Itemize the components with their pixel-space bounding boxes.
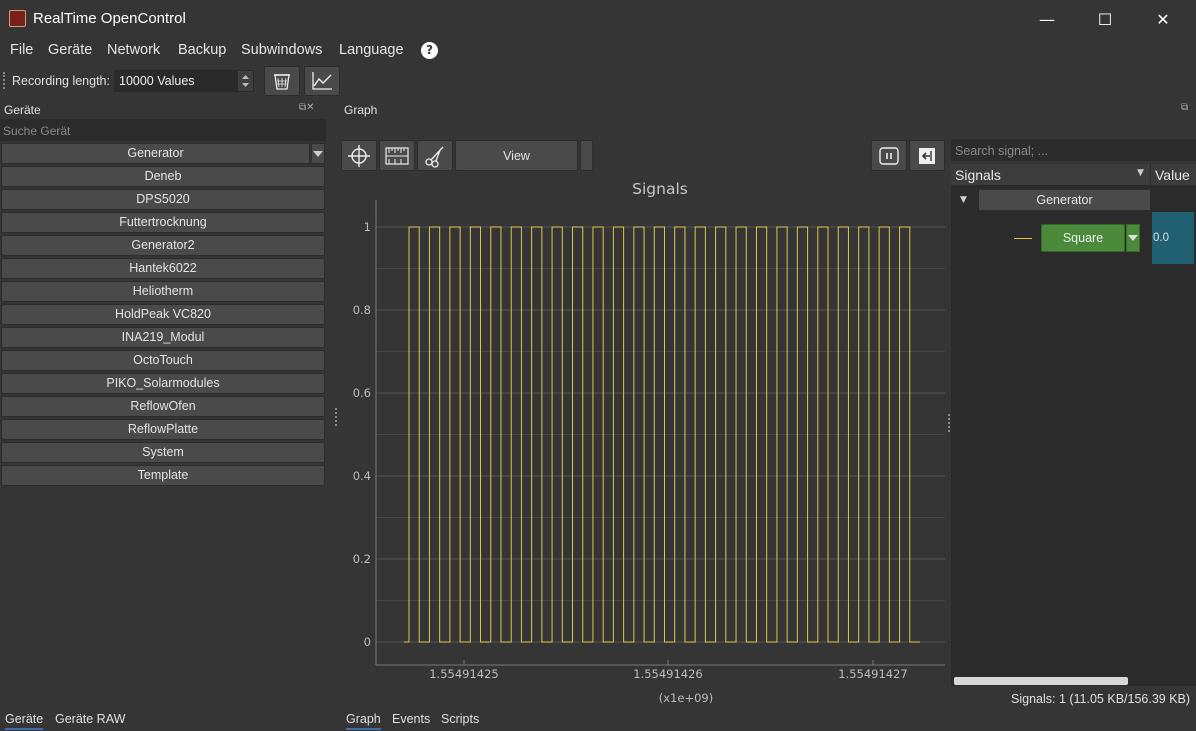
device-piko-solarmodules[interactable]: PIKO_Solarmodules <box>1 373 325 394</box>
view-dropdown[interactable] <box>580 140 593 171</box>
device-system[interactable]: System <box>1 442 325 463</box>
chart-grid <box>376 226 945 643</box>
y-tick-label: 0.8 <box>353 303 371 317</box>
expand-arrow-icon[interactable]: ▼ <box>960 195 967 205</box>
chevron-down-icon[interactable] <box>311 143 325 164</box>
tab-events[interactable]: Events <box>392 712 430 726</box>
device-ina219-modul[interactable]: INA219_Modul <box>1 327 325 348</box>
tab-geraete-raw[interactable]: Geräte RAW <box>55 712 125 726</box>
y-tick-label: 0.2 <box>353 552 371 566</box>
clear-data-button[interactable] <box>264 66 300 96</box>
device-hantek6022[interactable]: Hantek6022 <box>1 258 325 279</box>
menu-geraete[interactable]: Geräte <box>48 42 92 58</box>
exit-icon <box>919 147 935 164</box>
y-tick-label: 1 <box>364 220 371 234</box>
recording-length-value[interactable]: 10000 Values <box>119 74 195 88</box>
menu-network[interactable]: Network <box>107 42 160 58</box>
device-template[interactable]: Template <box>1 465 325 486</box>
sort-chevron-icon[interactable]: ▼ <box>1137 168 1144 178</box>
device-reflowplatte[interactable]: ReflowPlatte <box>1 419 325 440</box>
menu-subwindows[interactable]: Subwindows <box>241 42 322 58</box>
device-generator2[interactable]: Generator2 <box>1 235 325 256</box>
ruler-icon <box>385 146 409 165</box>
device-holdpeak-vc820[interactable]: HoldPeak VC820 <box>1 304 325 325</box>
signals-plot[interactable]: Signals 00.20.40.60.81 1.55491425 1.55491… <box>340 175 950 710</box>
device-generator[interactable]: Generator <box>1 143 310 164</box>
view-button[interactable]: View <box>455 140 578 171</box>
graph-dock-title: Graph <box>344 103 378 117</box>
cut-button[interactable] <box>417 140 453 171</box>
geraete-dock-title: Geräte <box>4 103 41 117</box>
window-title: RealTime OpenControl <box>33 10 186 27</box>
splitter-left[interactable] <box>335 408 338 426</box>
y-tick-label: 0.4 <box>353 469 371 483</box>
chart-title: Signals <box>632 180 688 198</box>
device-octotouch[interactable]: OctoTouch <box>1 350 325 371</box>
tab-scripts[interactable]: Scripts <box>441 712 479 726</box>
device-deneb[interactable]: Deneb <box>1 166 325 187</box>
trash-icon <box>274 74 290 90</box>
y-tick-label: 0.6 <box>353 386 371 400</box>
minimize-button[interactable]: — <box>1018 0 1076 38</box>
device-futtertrocknung[interactable]: Futtertrocknung <box>1 212 325 233</box>
graph-toggle-button[interactable] <box>304 66 340 96</box>
y-tick-label: 0 <box>364 635 371 649</box>
column-value[interactable]: Value <box>1155 167 1190 183</box>
toolbar-grip[interactable] <box>3 72 7 89</box>
x-tick-label: 1.55491425 <box>429 667 499 681</box>
signals-status: Signals: 1 (11.05 KB/156.39 KB) <box>1011 692 1191 706</box>
x-axis-multiplier: (x1e+09) <box>659 691 713 705</box>
tab-geraete[interactable]: Geräte <box>5 712 44 730</box>
device-dps5020[interactable]: DPS5020 <box>1 189 325 210</box>
horizontal-scrollbar[interactable] <box>954 677 1128 685</box>
chevron-down-icon[interactable] <box>1126 224 1140 252</box>
menu-language[interactable]: Language <box>339 42 404 58</box>
crosshair-icon <box>348 144 370 167</box>
line-chart-icon <box>312 72 332 90</box>
x-tick-label: 1.55491427 <box>838 667 908 681</box>
signal-color-swatch <box>1014 238 1032 239</box>
menu-bar: File Geräte Network Backup Subwindows La… <box>0 38 1196 63</box>
help-icon[interactable]: ? <box>421 42 438 59</box>
pause-icon <box>879 146 899 165</box>
scissors-icon <box>425 146 444 168</box>
dock-float-close-icons[interactable]: ⧉✕ <box>299 102 315 113</box>
tab-graph[interactable]: Graph <box>346 712 381 730</box>
crosshair-button[interactable] <box>341 140 377 171</box>
signal-square-button[interactable]: Square <box>1041 224 1125 252</box>
exit-button[interactable] <box>909 140 945 171</box>
device-heliotherm[interactable]: Heliotherm <box>1 281 325 302</box>
signal-value: 0.0 <box>1153 232 1169 244</box>
menu-file[interactable]: File <box>10 42 33 58</box>
menu-backup[interactable]: Backup <box>178 42 226 58</box>
device-reflowofen[interactable]: ReflowOfen <box>1 396 325 417</box>
maximize-button[interactable]: ☐ <box>1076 0 1134 38</box>
column-signals[interactable]: Signals <box>955 167 1001 183</box>
app-icon <box>9 10 26 27</box>
recording-length-label: Recording length: <box>12 74 110 88</box>
close-button[interactable]: ✕ <box>1134 0 1192 38</box>
pause-button[interactable] <box>871 140 907 171</box>
spin-arrows[interactable] <box>238 71 253 91</box>
y-axis: 0 0.2 0.4 0.6 0.8 1 <box>353 200 377 665</box>
dock-float-icon[interactable]: ⧉ <box>1181 102 1188 113</box>
signal-group-generator[interactable]: Generator <box>978 189 1151 211</box>
signal-search-placeholder: Search signal; ... <box>955 144 1049 158</box>
autoscale-button[interactable] <box>379 140 415 171</box>
column-separator <box>1150 164 1151 186</box>
x-tick-label: 1.55491426 <box>633 667 703 681</box>
x-axis: 1.55491425 1.55491426 1.55491427 <box>376 660 945 681</box>
device-search-placeholder: Suche Gerät <box>3 124 71 138</box>
